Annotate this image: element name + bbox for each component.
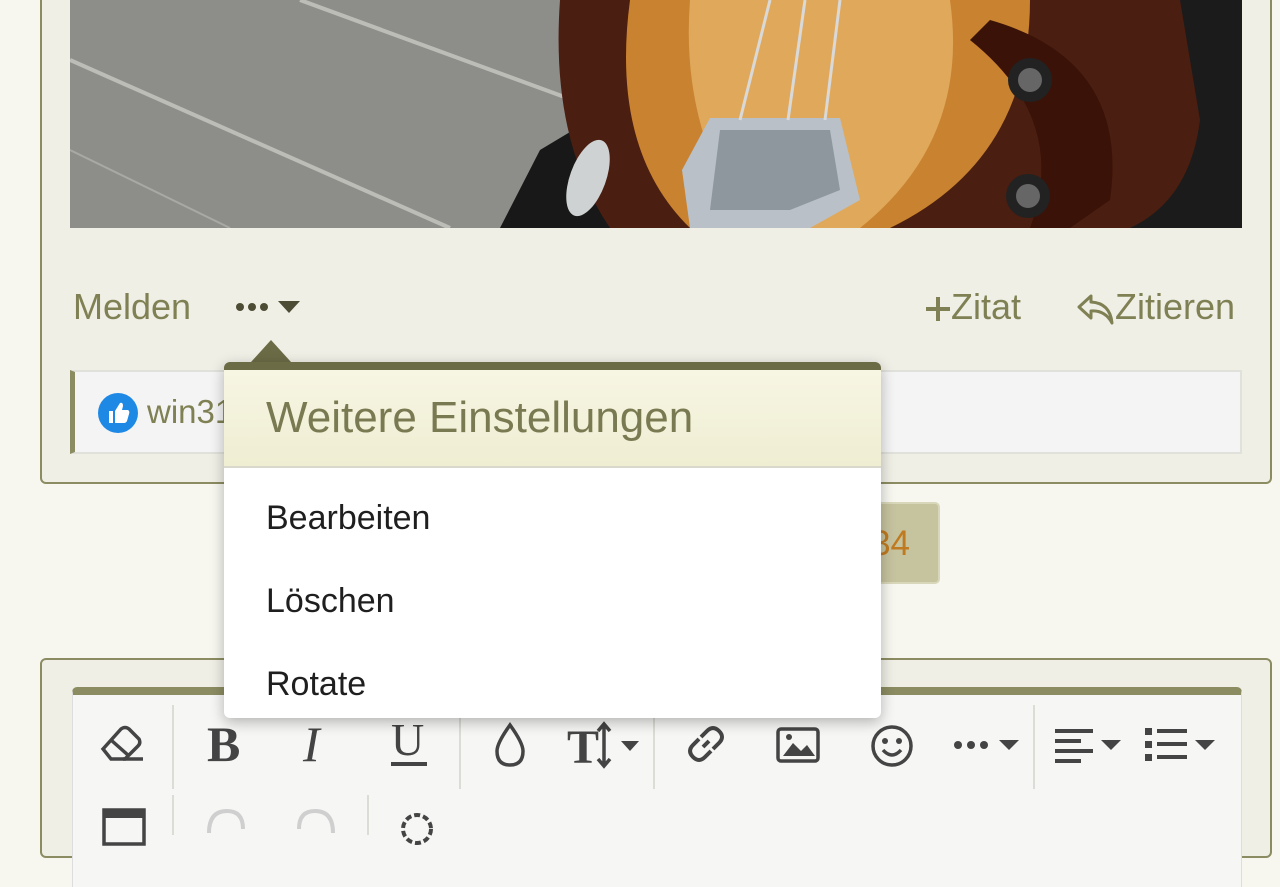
bold-icon[interactable]: B bbox=[207, 719, 243, 767]
redo-icon[interactable] bbox=[295, 805, 341, 845]
dropdown-pointer bbox=[251, 340, 291, 362]
menu-item-rotate[interactable]: Rotate bbox=[266, 664, 366, 704]
post-photo[interactable] bbox=[70, 0, 1242, 228]
menu-item-delete[interactable]: Löschen bbox=[266, 581, 395, 621]
ellipsis-icon bbox=[236, 303, 268, 311]
caret-down-icon bbox=[278, 301, 300, 313]
plus-icon bbox=[926, 297, 950, 322]
list-icon[interactable] bbox=[1143, 725, 1219, 765]
align-icon[interactable] bbox=[1053, 725, 1125, 765]
more-options-icon[interactable] bbox=[953, 735, 1023, 755]
table-icon[interactable] bbox=[101, 807, 147, 847]
more-actions-button[interactable] bbox=[235, 280, 305, 334]
settings-icon[interactable] bbox=[395, 807, 439, 847]
svg-text:T: T bbox=[567, 721, 599, 769]
svg-text:I: I bbox=[302, 719, 322, 767]
italic-icon[interactable]: I bbox=[301, 719, 331, 767]
reply-icon bbox=[1077, 294, 1114, 325]
toolbar-separator bbox=[1033, 705, 1035, 789]
smiley-icon[interactable] bbox=[869, 723, 915, 769]
toolbar-separator bbox=[172, 705, 174, 789]
toolbar-separator bbox=[367, 795, 369, 835]
toolbar-separator bbox=[172, 795, 174, 835]
image-icon[interactable] bbox=[775, 725, 821, 765]
post-actions: Melden Zitat Zitieren bbox=[0, 280, 1280, 334]
eraser-icon[interactable] bbox=[99, 723, 145, 763]
undo-icon[interactable] bbox=[201, 805, 247, 845]
quote-label: Zitieren bbox=[1115, 286, 1236, 327]
menu-title: Weitere Einstellungen bbox=[224, 370, 881, 468]
underline-icon[interactable]: U bbox=[389, 715, 429, 771]
menu-item-edit[interactable]: Bearbeiten bbox=[266, 498, 430, 538]
reaction-user-link[interactable]: win31 bbox=[147, 392, 233, 432]
report-link[interactable]: Melden bbox=[73, 280, 191, 334]
add-quote-label: Zitat bbox=[951, 286, 1022, 327]
thumbs-up-icon bbox=[98, 393, 138, 433]
color-drop-icon[interactable] bbox=[493, 721, 527, 769]
svg-text:U: U bbox=[391, 715, 424, 765]
svg-text:B: B bbox=[207, 719, 240, 767]
link-icon[interactable] bbox=[683, 721, 729, 767]
quote-link[interactable]: Zitieren bbox=[1075, 280, 1235, 334]
add-quote-link[interactable]: Zitat bbox=[925, 280, 1021, 334]
text-size-icon[interactable]: T bbox=[567, 721, 643, 769]
more-options-menu: Weitere Einstellungen Bearbeiten Löschen… bbox=[224, 362, 881, 718]
